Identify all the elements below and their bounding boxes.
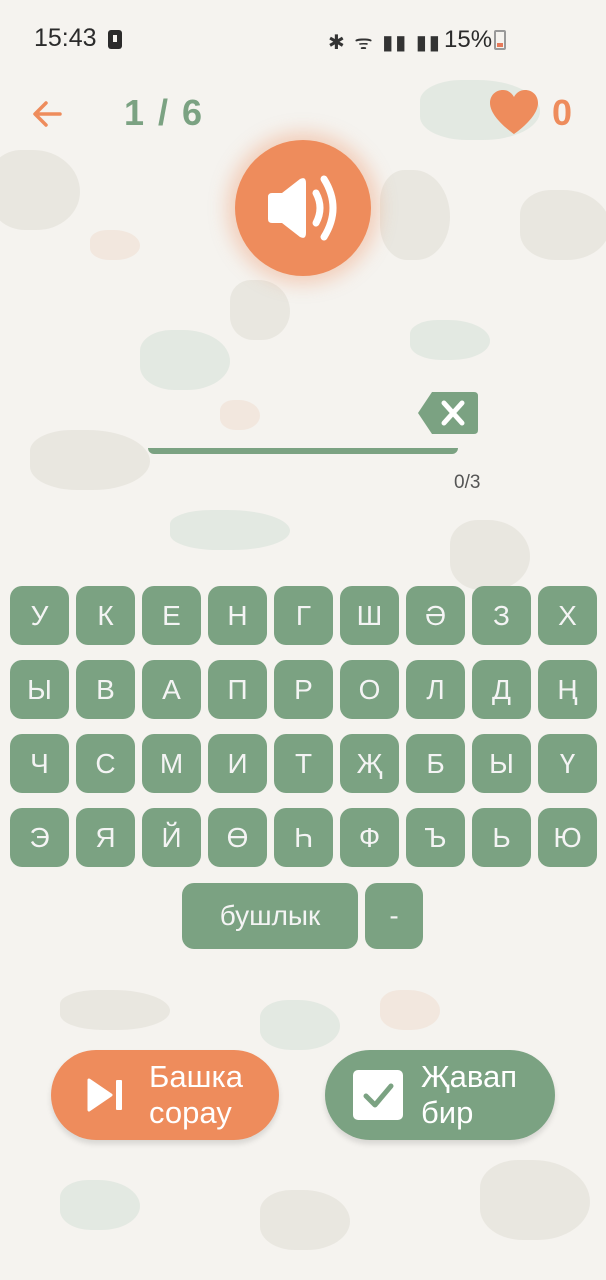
key-o[interactable]: О (340, 660, 399, 719)
key-k[interactable]: К (76, 586, 135, 645)
key-m[interactable]: М (142, 734, 201, 793)
keyboard-row-4: Э Я Й Ө Һ Ф Ъ Ь Ю (10, 808, 597, 867)
key-g[interactable]: Г (274, 586, 333, 645)
key-soft-sign[interactable]: Ь (472, 808, 531, 867)
key-ye[interactable]: Е (142, 586, 201, 645)
key-s[interactable]: С (76, 734, 135, 793)
key-barred-o[interactable]: Ө (208, 808, 267, 867)
skip-button-label: Башка сорау (149, 1059, 243, 1130)
key-schwa[interactable]: Ә (406, 586, 465, 645)
keyboard-row-1: У К Е Н Г Ш Ә З Х (10, 586, 597, 645)
speaker-icon (268, 175, 337, 241)
backspace-icon (418, 392, 478, 434)
skip-question-button[interactable]: Башка сорау (51, 1050, 279, 1140)
key-z[interactable]: З (472, 586, 531, 645)
key-shha[interactable]: Һ (274, 808, 333, 867)
key-eng[interactable]: Ң (538, 660, 597, 719)
key-yery-2[interactable]: Ы (472, 734, 531, 793)
back-button[interactable] (26, 92, 70, 136)
keyboard-row-5: бушлык - (182, 883, 423, 949)
key-u[interactable]: У (10, 586, 69, 645)
checkbox-icon (353, 1070, 403, 1120)
key-n[interactable]: Н (208, 586, 267, 645)
key-ch[interactable]: Ч (10, 734, 69, 793)
play-sound-button[interactable] (235, 140, 371, 276)
key-i[interactable]: И (208, 734, 267, 793)
letter-counter: 0/3 (454, 472, 481, 493)
connectivity-icons: ✱ ᯤ ▮▮ ▮▮ (328, 32, 442, 54)
key-v[interactable]: В (76, 660, 135, 719)
status-time: 15:43 (34, 24, 97, 52)
key-ya[interactable]: Я (76, 808, 135, 867)
key-b[interactable]: Б (406, 734, 465, 793)
key-a[interactable]: А (142, 660, 201, 719)
key-d[interactable]: Д (472, 660, 531, 719)
key-short-i[interactable]: Й (142, 808, 201, 867)
key-sh[interactable]: Ш (340, 586, 399, 645)
clear-button[interactable] (418, 392, 478, 434)
space-key[interactable]: бушлык (182, 883, 358, 949)
key-l[interactable]: Л (406, 660, 465, 719)
answer-underline (148, 448, 458, 454)
key-straight-u[interactable]: Ү (538, 734, 597, 793)
keyboard-row-2: Ы В А П Р О Л Д Ң (10, 660, 597, 719)
question-progress: 1 / 6 (124, 92, 205, 133)
skip-next-icon (87, 1078, 122, 1112)
notification-icon (108, 30, 122, 49)
battery-icon (494, 30, 506, 50)
battery-percentage: 15% (444, 26, 493, 53)
key-hard-sign[interactable]: Ъ (406, 808, 465, 867)
submit-answer-button[interactable]: Җавап бир (325, 1050, 555, 1140)
status-bar: 15:43 ✱ ᯤ ▮▮ ▮▮ 15% (0, 0, 606, 80)
keyboard-row-3: Ч С М И Т Җ Б Ы Ү (10, 734, 597, 793)
arrow-left-icon (33, 101, 62, 127)
answer-button-label: Җавап бир (421, 1059, 518, 1130)
key-zhe-descender[interactable]: Җ (340, 734, 399, 793)
key-f[interactable]: Ф (340, 808, 399, 867)
key-yu[interactable]: Ю (538, 808, 597, 867)
lives-count: 0 (552, 92, 573, 133)
answer-input-area: 0/3 (148, 380, 480, 500)
key-r[interactable]: Р (274, 660, 333, 719)
key-yery[interactable]: Ы (10, 660, 69, 719)
key-t[interactable]: Т (274, 734, 333, 793)
dash-key[interactable]: - (365, 883, 423, 949)
key-p[interactable]: П (208, 660, 267, 719)
key-kh[interactable]: Х (538, 586, 597, 645)
key-e[interactable]: Э (10, 808, 69, 867)
heart-icon (488, 88, 540, 136)
